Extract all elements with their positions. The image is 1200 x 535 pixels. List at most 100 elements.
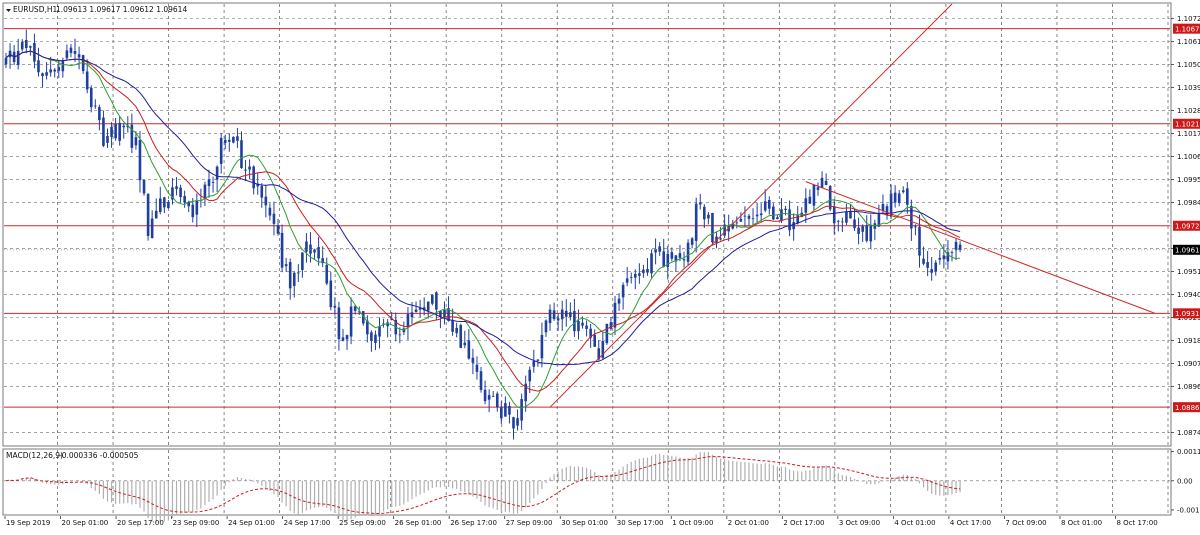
candle-body bbox=[301, 252, 304, 270]
candle-body bbox=[556, 318, 560, 321]
candle-body bbox=[353, 306, 357, 311]
candle-body bbox=[755, 214, 759, 217]
candle-body bbox=[617, 298, 621, 304]
candle-body bbox=[845, 211, 848, 223]
candle-body bbox=[853, 219, 856, 229]
price-axis-label: 1.09400 bbox=[1177, 291, 1200, 299]
time-axis-label: 25 Sep 09:00 bbox=[339, 519, 386, 527]
candle-body bbox=[29, 46, 32, 48]
candle-body bbox=[698, 202, 702, 205]
ohlc-text: 1.09613 1.09617 1.09612 1.09614 bbox=[56, 5, 187, 14]
candle-body bbox=[378, 326, 381, 337]
candle-body bbox=[516, 418, 519, 426]
candle-body bbox=[942, 255, 946, 260]
price-panel[interactable] bbox=[2, 2, 1172, 447]
candle-body bbox=[658, 246, 661, 252]
level-price-label: 1.09310 bbox=[1175, 310, 1200, 318]
candle-body bbox=[122, 125, 126, 128]
trading-terminal: 1.10720 1.10610 1.10500 1.10390 1.10280 1.101… bbox=[0, 0, 1200, 531]
candle-body bbox=[317, 247, 320, 259]
candle-body bbox=[264, 196, 268, 206]
candle-body bbox=[25, 39, 28, 48]
candle-body bbox=[869, 225, 873, 242]
candle-body bbox=[114, 123, 117, 139]
candle-body bbox=[642, 269, 645, 274]
candle-body bbox=[906, 188, 909, 205]
candle-body bbox=[865, 225, 869, 241]
candle-body bbox=[61, 60, 65, 72]
candle-body bbox=[479, 371, 483, 390]
candle-body bbox=[459, 324, 463, 348]
candle-body bbox=[288, 262, 292, 289]
candle-body bbox=[244, 169, 247, 171]
macd-panel[interactable] bbox=[2, 448, 1172, 516]
candle-body bbox=[73, 51, 77, 54]
candle-body bbox=[767, 199, 771, 209]
candle-body bbox=[544, 320, 548, 333]
candle-body bbox=[89, 87, 93, 108]
candle-body bbox=[284, 264, 288, 267]
macd-axis-label: 0.00 bbox=[1177, 477, 1193, 485]
candle-body bbox=[102, 117, 105, 146]
candle-body bbox=[134, 137, 138, 146]
time-axis-label: 8 Oct 01:00 bbox=[1061, 519, 1102, 527]
time-axis-label: 24 Sep 17:00 bbox=[284, 519, 331, 527]
price-axis-label: 1.09950 bbox=[1177, 176, 1200, 184]
candle-body bbox=[816, 187, 820, 190]
time-axis-label: 30 Sep 01:00 bbox=[561, 519, 608, 527]
candle-body bbox=[207, 179, 211, 187]
candle-body bbox=[138, 139, 142, 181]
candle-body bbox=[45, 72, 48, 76]
time-axis-label: 19 Sep 2019 bbox=[6, 519, 50, 527]
candle-body bbox=[711, 212, 714, 243]
price-axis-label: 1.09510 bbox=[1177, 268, 1200, 276]
time-axis-label: 3 Oct 09:00 bbox=[839, 519, 880, 527]
price-axis-label: 1.09840 bbox=[1177, 199, 1200, 207]
candle-body bbox=[954, 241, 958, 251]
candle-body bbox=[792, 222, 795, 230]
candle-body bbox=[374, 334, 377, 344]
candle-body bbox=[142, 179, 146, 194]
candle-body bbox=[743, 215, 747, 217]
candle-body bbox=[443, 310, 446, 318]
macd-axis-label: 0.001195 bbox=[1177, 448, 1200, 456]
candle-body bbox=[804, 198, 808, 213]
candle-body bbox=[569, 312, 572, 317]
time-axis-label: 4 Oct 17:00 bbox=[950, 519, 991, 527]
candle-body bbox=[69, 47, 73, 53]
chart-canvas[interactable]: 1.10720 1.10610 1.10500 1.10390 1.10280 1.101… bbox=[0, 0, 1200, 531]
candle-body bbox=[410, 312, 414, 318]
symbol-label: EURUSD,H1 bbox=[13, 5, 57, 14]
candle-body bbox=[686, 242, 690, 262]
level-price-label: 1.10217 bbox=[1175, 120, 1200, 128]
candle-body bbox=[564, 310, 568, 317]
candle-body bbox=[707, 214, 710, 219]
candle-body bbox=[85, 71, 89, 90]
candle-body bbox=[926, 262, 929, 268]
candle-body bbox=[329, 280, 333, 308]
time-axis-label: 4 Oct 01:00 bbox=[894, 519, 935, 527]
candle-body bbox=[240, 140, 243, 169]
candle-body bbox=[918, 227, 921, 256]
candle-body bbox=[106, 135, 109, 143]
candle-body bbox=[487, 395, 491, 400]
time-axis: 19 Sep 2019 20 Sep 01:00 20 Sep 17:00 23 Se… bbox=[4, 516, 1158, 527]
candle-body bbox=[223, 139, 227, 143]
candle-body bbox=[491, 396, 495, 397]
candle-body bbox=[747, 215, 751, 219]
candle-body bbox=[41, 73, 44, 77]
candle-body bbox=[548, 309, 552, 324]
candle-body bbox=[857, 227, 860, 234]
candle-body bbox=[914, 226, 917, 228]
price-axis-label: 1.08740 bbox=[1177, 429, 1200, 437]
candle-body bbox=[735, 222, 739, 224]
candle-body bbox=[646, 268, 649, 273]
candle-body bbox=[158, 198, 162, 212]
time-axis-label: 30 Sep 17:00 bbox=[617, 519, 664, 527]
candle-body bbox=[426, 301, 430, 311]
candle-body bbox=[203, 184, 207, 199]
candle-body bbox=[573, 310, 576, 332]
candle-body bbox=[780, 209, 783, 221]
candle-body bbox=[248, 166, 251, 170]
candle-body bbox=[154, 210, 158, 219]
